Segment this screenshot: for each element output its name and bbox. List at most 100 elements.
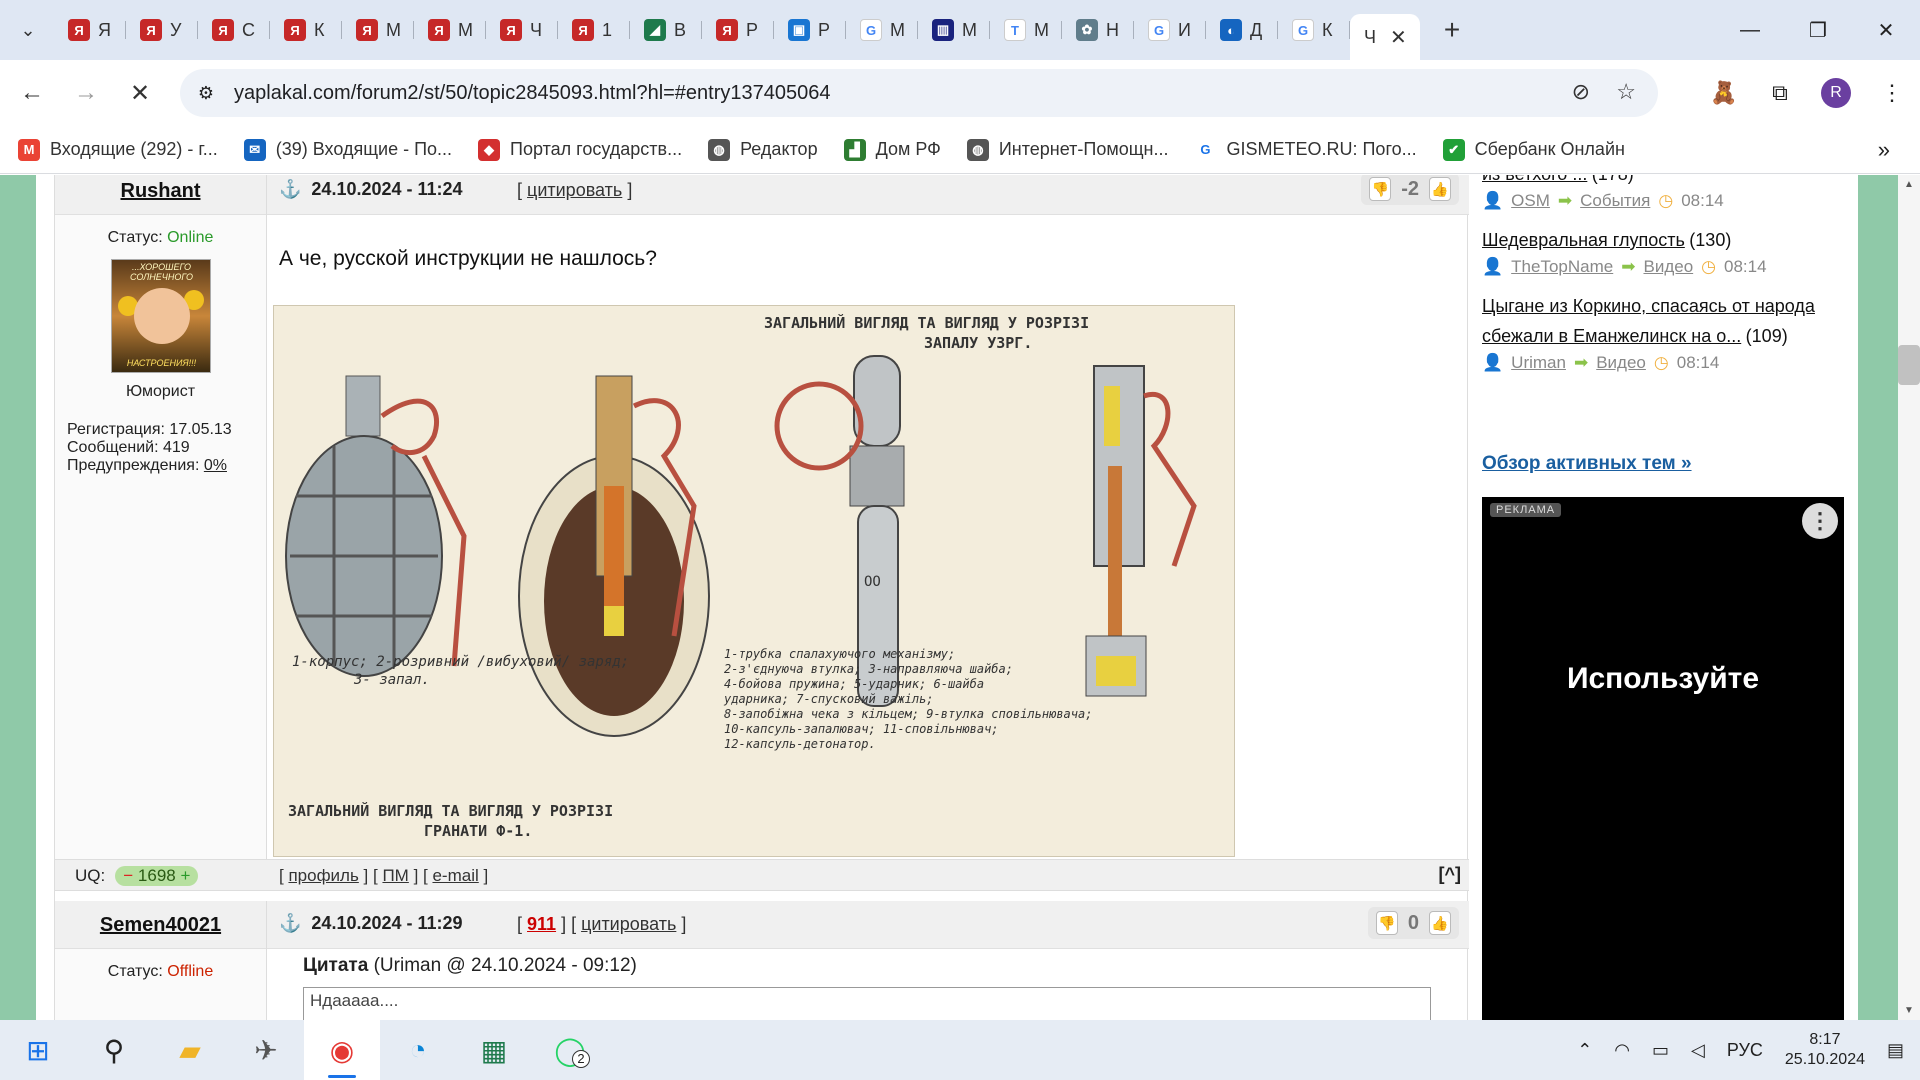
warnings-link[interactable]: 0% <box>204 457 227 474</box>
start-button[interactable]: ⊞ <box>0 1020 76 1080</box>
tab-11[interactable]: ▣ Р <box>774 10 846 50</box>
whatsapp-button[interactable]: ◯ 2 <box>532 1020 608 1080</box>
tab-9[interactable]: ◢ В <box>630 10 702 50</box>
tab-2[interactable]: ЯУ <box>126 10 198 50</box>
anchor-icon[interactable]: ⚓ <box>279 179 301 199</box>
bookmark-item[interactable]: ◍ Интернет-Помощн... <box>966 138 1168 161</box>
red-link[interactable]: 911 <box>527 914 556 934</box>
wifi-icon[interactable]: ◠ <box>1614 1040 1630 1061</box>
tab-8[interactable]: Я1 <box>558 10 630 50</box>
topic-section[interactable]: События <box>1580 191 1650 211</box>
post-image[interactable]: ЗАГАЛЬНИЙ ВИГЛЯД ТА ВИГЛЯД У РОЗРІЗІ ЗАП… <box>273 305 1235 857</box>
tab-6[interactable]: ЯМ <box>414 10 486 50</box>
anchor-icon[interactable]: ⚓ <box>279 913 301 933</box>
volume-icon[interactable]: ◁ <box>1691 1040 1705 1061</box>
topic-user[interactable]: Uriman <box>1511 353 1566 373</box>
profile-button[interactable]: R <box>1808 78 1864 108</box>
user-avatar[interactable]: ...ХОРОШЕГО СОЛНЕЧНОГО НАСТРОЕНИЯ!!! <box>110 259 211 373</box>
tab-3[interactable]: ЯС <box>198 10 270 50</box>
tab-16[interactable]: GИ <box>1134 10 1206 50</box>
tab-active[interactable]: Ч ✕ <box>1350 14 1420 60</box>
thumb-up-icon[interactable]: 👍 <box>1429 177 1451 201</box>
bookmark-item[interactable]: ◍ Редактор <box>708 138 818 161</box>
tab-10[interactable]: ЯР <box>702 10 774 50</box>
tab-7[interactable]: ЯЧ <box>486 10 558 50</box>
tab-12[interactable]: GМ <box>846 10 918 50</box>
topic-link[interactable]: Шедевральная глупость <box>1482 230 1685 250</box>
tab-label: Ч <box>530 19 542 40</box>
topic-link[interactable]: из ветхого ... <box>1482 175 1587 184</box>
back-button[interactable]: ← <box>10 71 54 115</box>
bookmark-item[interactable]: ✉ (39) Входящие - По... <box>243 138 452 161</box>
close-tab-icon[interactable]: ✕ <box>1390 25 1407 50</box>
tab-17[interactable]: ◐ Д <box>1206 10 1278 50</box>
minimize-button[interactable]: — <box>1716 0 1784 60</box>
overview-link[interactable]: Обзор активных тем » <box>1482 453 1692 475</box>
bookmark-item[interactable]: G GISMETEO.RU: Пого... <box>1194 138 1417 161</box>
topic-user[interactable]: OSM <box>1511 191 1550 211</box>
close-window-button[interactable]: ✕ <box>1852 0 1920 60</box>
bookmark-item[interactable]: ▟ Дом РФ <box>843 138 941 161</box>
pm-link[interactable]: ПМ <box>382 866 408 885</box>
explorer-button[interactable]: ▰ <box>152 1020 228 1080</box>
bookmark-item[interactable]: M Входящие (292) - г... <box>18 138 218 161</box>
bookmark-item[interactable]: ◆ Портал государств... <box>478 138 682 161</box>
new-tab-button[interactable]: + <box>1430 14 1474 46</box>
eye-off-icon[interactable]: ⊘ <box>1572 79 1590 105</box>
address-bar[interactable]: ⚙ yaplakal.com/forum2/st/50/topic2845093… <box>180 69 1658 117</box>
quote-link[interactable]: цитировать <box>527 180 622 200</box>
stop-button[interactable]: ✕ <box>118 71 162 115</box>
tab-14[interactable]: TМ <box>990 10 1062 50</box>
chrome-button[interactable]: ◉ <box>304 1020 380 1080</box>
bookmark-item[interactable]: ✔ Сбербанк Онлайн <box>1442 138 1625 161</box>
ad-banner[interactable]: РЕКЛАМА ⋮ Используйте <box>1482 497 1844 1020</box>
to-top-link[interactable]: [^] <box>1439 864 1462 885</box>
edge-button[interactable]: ◔ <box>380 1020 456 1080</box>
topic-user[interactable]: TheTopName <box>1511 257 1613 277</box>
tab-search-button[interactable]: ⌄ <box>8 10 48 50</box>
quote-header: Цитата (Uriman @ 24.10.2024 - 09:12) <box>303 955 637 977</box>
uq-minus-button[interactable]: − <box>123 866 133 885</box>
legend-right-line: 4-бойова пружина; 5-ударник; 6-шайба <box>724 677 984 691</box>
extension-icon[interactable]: 🧸 <box>1696 80 1752 106</box>
tab-5[interactable]: ЯМ <box>342 10 414 50</box>
star-icon[interactable]: ☆ <box>1616 79 1636 105</box>
chevron-up-icon[interactable]: ⌃ <box>1577 1040 1592 1061</box>
system-tray: ⌃ ◠ ▭ ◁ РУС 8:17 25.10.2024 ▤ <box>1577 1020 1910 1080</box>
email-link[interactable]: e-mail <box>432 866 478 885</box>
chevron-double-right-icon[interactable]: » <box>1878 137 1890 163</box>
profile-link[interactable]: профиль <box>288 866 358 885</box>
battery-icon[interactable]: ▭ <box>1652 1040 1669 1061</box>
excel-button[interactable]: ▦ <box>456 1020 532 1080</box>
search-button[interactable]: ⚲ <box>76 1020 152 1080</box>
thumb-down-icon[interactable]: 👎 <box>1375 911 1398 935</box>
tab-18[interactable]: GК <box>1278 10 1350 50</box>
post-author[interactable]: Semen40021 <box>55 901 267 949</box>
scroll-down-icon[interactable]: ▼ <box>1904 1005 1914 1016</box>
maximize-button[interactable]: ❐ <box>1784 0 1852 60</box>
language-indicator[interactable]: РУС <box>1727 1040 1763 1061</box>
thumb-down-icon[interactable]: 👎 <box>1369 177 1392 201</box>
tab-1[interactable]: ЯЯ <box>54 10 126 50</box>
scrollbar[interactable]: ▲ ▼ <box>1898 175 1920 1020</box>
scrollbar-thumb[interactable] <box>1898 345 1920 385</box>
tab-13[interactable]: ▥ М <box>918 10 990 50</box>
tab-4[interactable]: ЯК <box>270 10 342 50</box>
notifications-icon[interactable]: ▤ <box>1887 1040 1904 1061</box>
tab-favicon-icon: Я <box>356 19 378 41</box>
tab-15[interactable]: ✿ Н <box>1062 10 1134 50</box>
topic-section[interactable]: Видео <box>1643 257 1693 277</box>
puzzle-icon[interactable]: ⧉ <box>1752 80 1808 106</box>
more-options-icon[interactable]: ⋮ <box>1802 503 1838 539</box>
site-settings-icon[interactable]: ⚙ <box>186 73 226 113</box>
menu-icon[interactable]: ⋮ <box>1864 80 1920 106</box>
topic-section[interactable]: Видео <box>1596 353 1646 373</box>
clock[interactable]: 8:17 25.10.2024 <box>1785 1030 1865 1070</box>
thumb-up-icon[interactable]: 👍 <box>1429 911 1451 935</box>
quote-link[interactable]: цитировать <box>581 914 676 934</box>
forward-button[interactable]: → <box>64 71 108 115</box>
app-button[interactable]: ✈ <box>228 1020 304 1080</box>
post-author[interactable]: Rushant <box>55 175 267 215</box>
uq-plus-button[interactable]: + <box>180 866 190 885</box>
scroll-up-icon[interactable]: ▲ <box>1904 179 1914 190</box>
